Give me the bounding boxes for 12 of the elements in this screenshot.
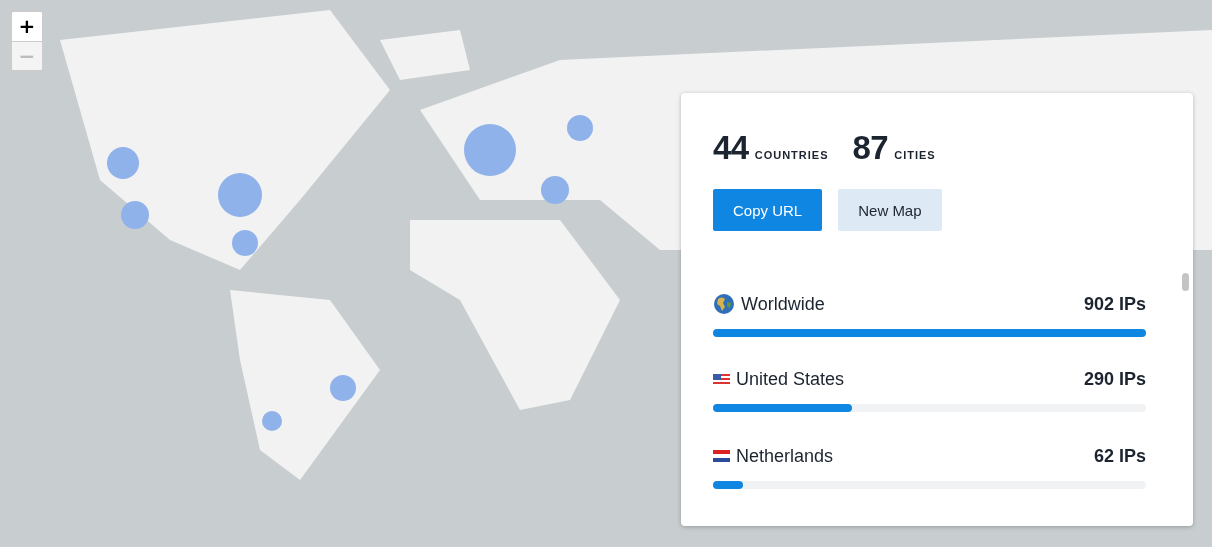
location-name: Worldwide <box>741 293 826 315</box>
location-name: Netherlands <box>736 445 835 467</box>
ip-count: 902 IPs <box>1083 293 1146 315</box>
stat-label: COUNTRIES <box>754 149 829 161</box>
stat-value: 44 <box>713 129 749 167</box>
copy-url-button[interactable]: Copy URL <box>713 189 823 231</box>
new-map-button[interactable]: New Map <box>838 189 942 231</box>
stat-value: 87 <box>852 129 889 167</box>
stat-label: CITIES <box>894 149 936 161</box>
ip-count: 62 IPs <box>1093 445 1146 467</box>
ip-count: 290 IPs <box>1083 369 1146 391</box>
location-name: United States <box>736 369 846 391</box>
